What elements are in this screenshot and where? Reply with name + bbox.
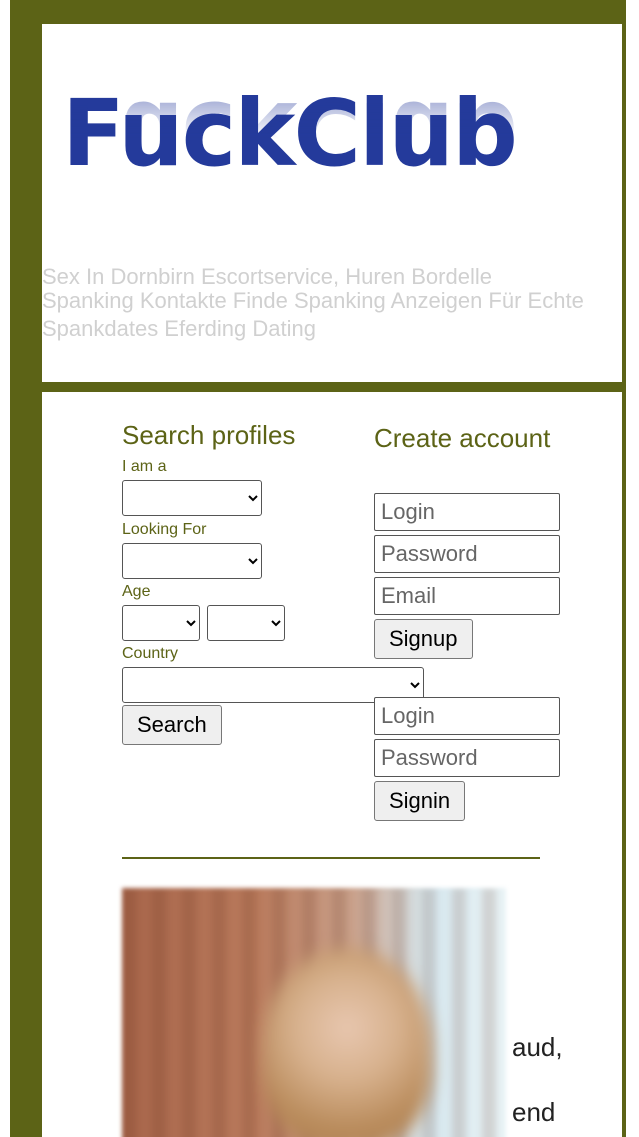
country-label: Country [122,645,179,662]
age-label: Age [122,583,151,600]
header-links: Sex In Dornbirn Escortservice, Huren Bor… [42,263,622,343]
i-am-a-select[interactable] [122,480,262,516]
logo-reflection: FuckClub [62,84,516,184]
signup-email-input[interactable] [374,577,560,615]
search-button[interactable]: Search [122,705,222,745]
site-logo[interactable]: FuckClub FuckClub [62,84,542,234]
main-content: Search profiles I am a Looking For Age C… [42,392,622,1137]
signup-button[interactable]: Signup [374,619,473,659]
signup-login-input[interactable] [374,493,560,531]
article-text-fragment-1: aud, [512,1032,563,1062]
signin-login-input[interactable] [374,697,560,735]
age-to-select[interactable] [207,605,285,641]
page-frame: FuckClub FuckClub Sex In Dornbirn Escort… [10,0,626,1137]
create-account-title: Create account [374,423,551,453]
search-profiles-title: Search profiles [122,420,296,450]
photo-subject [262,948,432,1137]
header-link-spanking[interactable]: Spanking Kontakte Finde Spanking Anzeige… [42,287,622,343]
looking-for-label: Looking For [122,521,207,538]
signup-password-input[interactable] [374,535,560,573]
article-text-fragment-2: end [512,1097,556,1127]
looking-for-select[interactable] [122,543,262,579]
section-divider [122,857,540,859]
site-header: FuckClub FuckClub Sex In Dornbirn Escort… [42,24,622,382]
profile-photo[interactable] [122,888,506,1137]
signin-button[interactable]: Signin [374,781,466,821]
signin-password-input[interactable] [374,739,560,777]
age-from-select[interactable] [122,605,200,641]
i-am-a-label: I am a [122,458,167,475]
